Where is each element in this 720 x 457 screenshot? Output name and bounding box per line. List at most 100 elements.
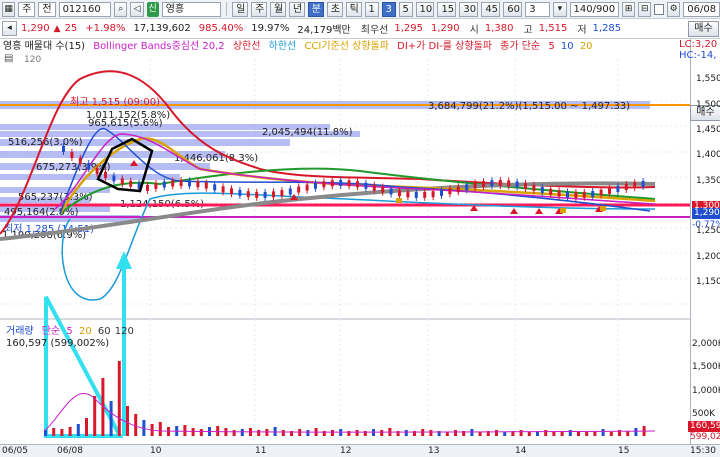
candle-body	[297, 186, 301, 193]
prev-icon[interactable]: ◂	[2, 21, 17, 36]
volume-bar	[85, 418, 88, 436]
volume-legend-ma120: 120	[114, 326, 134, 337]
volume-bar	[454, 430, 457, 436]
volume-bar	[52, 428, 56, 436]
volume-bar	[519, 430, 523, 436]
period-day-button[interactable]: 일	[232, 1, 249, 17]
candle-body	[389, 188, 393, 195]
candle-body	[431, 191, 435, 198]
price-volume-chart[interactable]: 3,684,799(21.2%)(1,515.00 ~ 1,497.33) 2,0…	[0, 39, 690, 444]
chevron-down-icon[interactable]: ▾	[553, 1, 567, 17]
chart-area[interactable]: 3,684,799(21.2%)(1,515.00 ~ 1,497.33) 2,0…	[0, 39, 690, 444]
stats-icon[interactable]: ⊟	[638, 1, 652, 17]
volume-bar	[191, 428, 195, 436]
volume-ratio: 985.40%	[198, 23, 244, 34]
legend-ma10: 10	[560, 41, 574, 52]
interval-15-button[interactable]: 15	[437, 1, 457, 17]
volume-ma-line	[43, 393, 656, 433]
candle-body	[62, 146, 65, 152]
signal-arrow-up	[535, 208, 543, 214]
candle-body	[162, 181, 166, 188]
candle-body	[78, 157, 82, 164]
price-tick-1200: 1,200	[696, 252, 720, 262]
interval-10-button[interactable]: 10	[415, 1, 435, 17]
interval-5-button[interactable]: 5	[398, 1, 413, 17]
new-badge: 신	[146, 1, 159, 17]
volume-bar	[503, 432, 507, 436]
volume-bar	[240, 429, 244, 436]
candle-body	[104, 171, 107, 178]
volume-bar	[585, 432, 589, 436]
interval-30-button[interactable]: 30	[459, 1, 479, 17]
date-axis[interactable]: 06/05 06/08 10 11 12 13 14 15 15:30	[0, 444, 720, 457]
candle-body	[540, 186, 544, 193]
date-tick-13: 13	[428, 446, 440, 456]
volume-bar	[568, 430, 572, 436]
interval-60-button[interactable]: 60	[503, 1, 523, 17]
legend-ma5: 5	[548, 41, 555, 52]
candle-body	[171, 180, 175, 187]
volume-tick-1500k: 1,500K	[692, 362, 720, 372]
current-price: 1,290	[21, 23, 50, 34]
volume-bar	[552, 432, 556, 436]
period-minute-button[interactable]: 분	[307, 1, 324, 17]
candle-body	[146, 184, 149, 191]
vp-label-max: 3,684,799(21.2%)(1,515.00 ~ 1,497.33)	[428, 101, 630, 112]
period-year-button[interactable]: 년	[288, 1, 305, 17]
date-tick-12: 12	[340, 446, 352, 456]
candle-body	[423, 191, 427, 198]
price-change-rate: +1.98%	[85, 23, 126, 34]
volume-bar	[470, 429, 474, 436]
stock-code-input[interactable]: 012160	[58, 1, 112, 17]
chart-type-icon[interactable]: ▦	[2, 1, 16, 17]
candle-body	[230, 188, 233, 195]
price-tick-1450: 1,450	[696, 125, 720, 135]
period-tick-button[interactable]: 틱	[345, 1, 362, 17]
stock-name-field[interactable]: 영흥	[161, 1, 222, 17]
date-field[interactable]: 06/08	[683, 1, 720, 17]
period-month-button[interactable]: 월	[269, 1, 286, 17]
data-icon[interactable]: ⊞	[622, 1, 636, 17]
vp-label-8: 565,237(3.3%)	[18, 192, 93, 203]
legend-cci-signal: CCI기준선 상향돌파	[304, 41, 389, 52]
vp-label-2: 2,045,494(11.8%)	[262, 127, 353, 138]
candle-body	[490, 180, 494, 187]
volume-bar	[93, 396, 97, 436]
volume-bar	[478, 432, 482, 436]
period-week-button[interactable]: 주	[251, 1, 267, 17]
volume-bar	[634, 428, 638, 436]
volume-bar	[429, 430, 433, 436]
date-tick-11: 11	[255, 446, 267, 456]
trade-volume: 17,139,602	[133, 23, 191, 34]
volume-bar	[495, 430, 498, 436]
trade-amount: 24,179백만	[297, 25, 351, 36]
candle-body	[624, 183, 628, 190]
volume-bar	[199, 429, 203, 436]
candle-body	[641, 180, 645, 187]
market-dropdown[interactable]: 전	[38, 1, 56, 17]
calendar-icon[interactable]: ▤	[4, 53, 13, 65]
interval-1-button[interactable]: 1	[364, 1, 379, 17]
candle-body	[566, 191, 569, 198]
cci-signal-marker	[396, 198, 402, 203]
interval-3-button[interactable]: 3	[381, 1, 396, 17]
volume-bar	[265, 429, 269, 436]
volume-legend-ma: 단순	[41, 326, 61, 337]
settings-icon[interactable]: ⚙	[667, 1, 681, 17]
interval-45-button[interactable]: 45	[481, 1, 501, 17]
search-icon[interactable]: ⌕	[114, 1, 128, 17]
mute-icon[interactable]: ◁	[130, 1, 144, 17]
lock-checkbox[interactable]	[654, 3, 665, 15]
buy-button-top[interactable]: 매수	[688, 21, 719, 37]
candle-body	[70, 151, 74, 158]
toolbar-divider	[226, 2, 228, 16]
date-tick-15: 15	[618, 446, 630, 456]
candle-body	[473, 182, 477, 189]
market-prefix[interactable]: 주	[18, 1, 36, 17]
candle-body	[129, 180, 133, 187]
interval-select[interactable]: 3	[525, 1, 551, 17]
period-second-button[interactable]: 초	[326, 1, 343, 17]
price-tick-1150: 1,150	[696, 277, 720, 287]
high-marker-label: 최고 1,515 (09:00)	[70, 96, 160, 108]
candle-body	[616, 185, 620, 192]
